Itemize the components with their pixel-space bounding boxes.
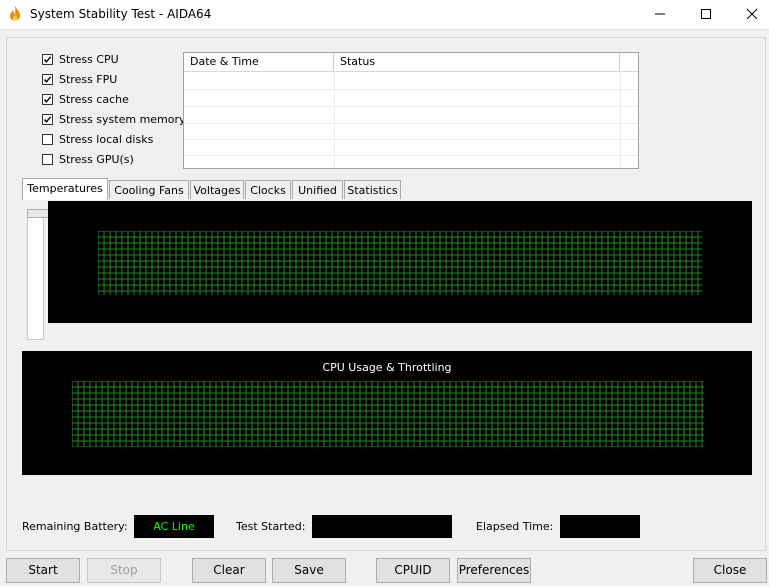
- preferences-button-label: Preferences: [458, 563, 530, 577]
- checkbox-label: Stress GPU(s): [59, 152, 134, 166]
- close-icon: [746, 8, 758, 20]
- graph-scale-slider-handle[interactable]: [27, 209, 49, 218]
- tab-voltages[interactable]: Voltages: [190, 180, 244, 199]
- table-row[interactable]: [184, 123, 638, 124]
- checkbox-box[interactable]: [42, 113, 53, 125]
- table-row[interactable]: [184, 155, 638, 156]
- start-button-label: Start: [28, 563, 58, 577]
- clear-button-label: Clear: [213, 563, 245, 577]
- cpu-usage-graph-grid: [72, 381, 704, 447]
- clear-button[interactable]: Clear: [192, 558, 266, 583]
- close-window-button[interactable]: [730, 0, 769, 28]
- checkmark-icon: [43, 115, 52, 123]
- elapsed-time-value: [560, 515, 640, 538]
- checkbox-stress-cache[interactable]: Stress cache: [42, 91, 129, 107]
- remaining-battery-label: Remaining Battery:: [22, 520, 128, 533]
- start-button[interactable]: Start: [6, 558, 80, 583]
- checkmark-icon: [43, 75, 52, 83]
- checkbox-box[interactable]: [42, 133, 53, 145]
- minimize-button[interactable]: [638, 0, 682, 28]
- save-button-label: Save: [294, 563, 324, 577]
- checkbox-label: Stress CPU: [59, 52, 119, 66]
- test-started-label: Test Started:: [236, 520, 306, 533]
- close-button-label: Close: [713, 563, 747, 577]
- cpu-usage-graph-title: CPU Usage & Throttling: [322, 361, 452, 374]
- checkmark-icon: [43, 95, 52, 103]
- checkbox-box[interactable]: [42, 73, 53, 85]
- checkbox-box[interactable]: [42, 93, 53, 105]
- tab-unified[interactable]: Unified: [292, 180, 343, 199]
- table-row[interactable]: [184, 89, 638, 90]
- minimize-icon: [655, 13, 665, 15]
- table-row[interactable]: [184, 106, 638, 107]
- checkbox-label: Stress local disks: [59, 132, 154, 146]
- checkbox-stress-cpu[interactable]: Stress CPU: [42, 51, 119, 67]
- tab-cooling-fans[interactable]: Cooling Fans: [109, 180, 189, 199]
- stop-button-label: Stop: [110, 563, 138, 577]
- close-button[interactable]: Close: [693, 558, 767, 583]
- maximize-icon: [701, 9, 711, 19]
- remaining-battery-value: AC Line: [134, 515, 214, 538]
- checkbox-label: Stress system memory: [59, 112, 186, 126]
- checkbox-stress-system-memory[interactable]: Stress system memory: [42, 111, 186, 127]
- checkbox-label: Stress cache: [59, 92, 129, 106]
- column-header-status[interactable]: Status: [334, 53, 620, 71]
- table-row[interactable]: [184, 139, 638, 140]
- test-started-value: [312, 515, 452, 538]
- cpuid-button[interactable]: CPUID: [376, 558, 450, 583]
- maximize-button[interactable]: [684, 0, 728, 28]
- title-bar: System Stability Test - AIDA64: [0, 0, 769, 30]
- checkmark-icon: [43, 55, 52, 63]
- temperature-graph-grid: [98, 231, 702, 295]
- checkbox-stress-fpu[interactable]: Stress FPU: [42, 71, 117, 87]
- log-table[interactable]: Date & Time Status: [183, 52, 639, 169]
- checkbox-box[interactable]: [42, 53, 53, 65]
- checkbox-stress-gpu-s[interactable]: Stress GPU(s): [42, 151, 134, 167]
- tab-statistics[interactable]: Statistics: [344, 180, 401, 199]
- checkbox-stress-local-disks[interactable]: Stress local disks: [42, 131, 153, 147]
- column-divider: [334, 71, 335, 168]
- column-header-date-time[interactable]: Date & Time: [184, 53, 334, 71]
- stop-button[interactable]: Stop: [87, 558, 161, 583]
- column-divider: [620, 71, 621, 168]
- checkbox-label: Stress FPU: [59, 72, 118, 86]
- elapsed-time-label: Elapsed Time:: [476, 520, 554, 533]
- graph-scale-slider-track[interactable]: [27, 216, 44, 340]
- cpuid-button-label: CPUID: [394, 563, 432, 577]
- tab-temperatures[interactable]: Temperatures: [22, 178, 108, 200]
- save-button[interactable]: Save: [272, 558, 346, 583]
- preferences-button[interactable]: Preferences: [457, 558, 531, 583]
- window-title: System Stability Test - AIDA64: [30, 7, 212, 21]
- temperature-graph: [48, 201, 752, 323]
- log-table-header: Date & Time Status: [184, 53, 638, 72]
- tab-clocks[interactable]: Clocks: [245, 180, 291, 199]
- checkbox-box[interactable]: [42, 153, 53, 165]
- cpu-usage-graph: CPU Usage & Throttling: [22, 351, 752, 475]
- aida64-flame-icon: [9, 6, 21, 21]
